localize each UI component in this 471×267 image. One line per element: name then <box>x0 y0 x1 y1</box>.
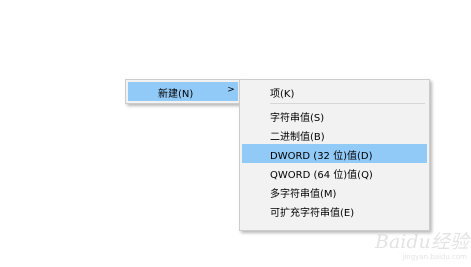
submenu-item-label: 可扩充字符串值(E) <box>270 208 355 219</box>
submenu-item-label: QWORD (64 位)值(Q) <box>270 170 373 181</box>
new-submenu: 项(K) 字符串值(S) 二进制值(B) DWORD (32 位)值(D) QW… <box>239 79 430 231</box>
context-menu: 新建(N) > <box>125 79 241 104</box>
chevron-right-icon: > <box>227 85 235 95</box>
submenu-item-label: DWORD (32 位)值(D) <box>270 151 373 162</box>
submenu-item-multi-string-value[interactable]: 多字符串值(M) <box>242 182 427 201</box>
watermark-url: jingyan.baidu.com <box>402 253 467 261</box>
submenu-item-label: 二进制值(B) <box>270 132 325 143</box>
submenu-item-expandable-string-value[interactable]: 可扩充字符串值(E) <box>242 201 427 220</box>
submenu-item-label: 字符串值(S) <box>270 113 325 124</box>
submenu-item-key[interactable]: 项(K) <box>242 82 427 101</box>
menu-item-new-label: 新建(N) <box>158 89 194 100</box>
submenu-item-label: 多字符串值(M) <box>270 189 337 200</box>
menu-item-new[interactable]: 新建(N) > <box>128 82 238 101</box>
submenu-item-binary-value[interactable]: 二进制值(B) <box>242 125 427 144</box>
submenu-item-dword-value[interactable]: DWORD (32 位)值(D) <box>242 144 427 163</box>
watermark-logo-text: Baidu经验 <box>375 231 469 253</box>
submenu-item-label: 项(K) <box>270 89 295 100</box>
submenu-item-string-value[interactable]: 字符串值(S) <box>242 106 427 125</box>
menu-separator <box>270 103 425 104</box>
submenu-item-qword-value[interactable]: QWORD (64 位)值(Q) <box>242 163 427 182</box>
baidu-jingyan-watermark: Baidu经验 jingyan.baidu.com <box>375 227 469 261</box>
